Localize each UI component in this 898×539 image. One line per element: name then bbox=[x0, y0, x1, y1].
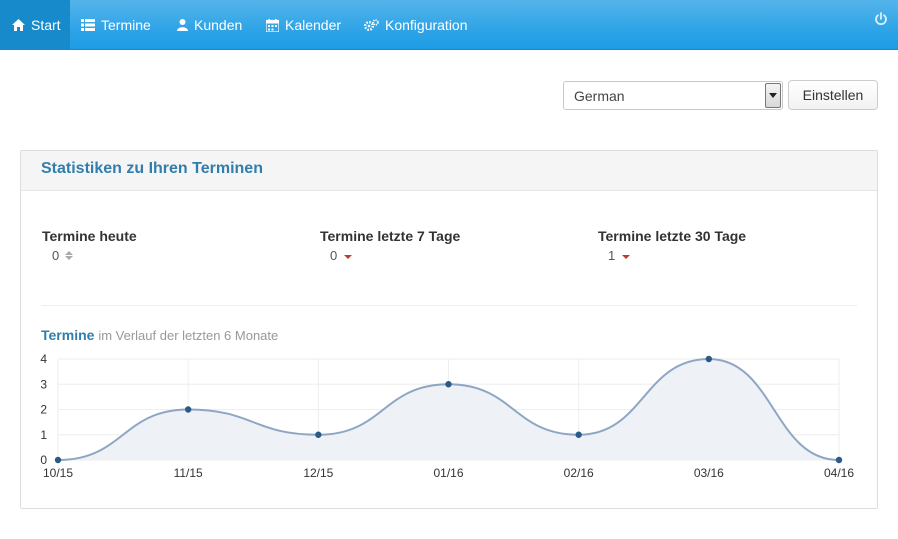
language-select[interactable]: German bbox=[563, 81, 783, 110]
user-icon bbox=[177, 19, 188, 31]
data-point bbox=[705, 355, 713, 363]
home-icon bbox=[12, 19, 25, 31]
y-tick-label: 4 bbox=[40, 352, 47, 366]
y-tick-label: 1 bbox=[40, 428, 47, 442]
chevron-down-icon[interactable] bbox=[765, 83, 781, 108]
y-tick-label: 2 bbox=[40, 403, 47, 417]
calendar-icon bbox=[266, 18, 279, 32]
data-point bbox=[315, 431, 322, 438]
nav-kalender-label: Kalender bbox=[285, 17, 342, 33]
nav-kalender[interactable]: Kalender bbox=[266, 0, 341, 50]
data-point bbox=[575, 431, 582, 438]
data-point bbox=[445, 381, 452, 388]
list-icon bbox=[81, 19, 95, 31]
x-tick-label: 02/16 bbox=[564, 466, 594, 480]
y-tick-label: 3 bbox=[40, 377, 47, 391]
x-tick-label: 03/16 bbox=[694, 466, 724, 480]
y-tick-label: 0 bbox=[40, 453, 47, 467]
einstellen-button[interactable]: Einstellen bbox=[788, 80, 878, 110]
x-tick-label: 12/15 bbox=[303, 466, 333, 480]
data-point bbox=[184, 406, 192, 413]
nav-konfiguration-label: Konfiguration bbox=[385, 17, 468, 33]
appointments-chart: 0 1 2 3 4 10/15 11/15 12/15 01/16 02/16 03/16 04/16 bbox=[40, 352, 854, 480]
nav-start-label: Start bbox=[31, 17, 61, 33]
x-tick-label: 10/15 bbox=[43, 466, 73, 480]
power-icon[interactable] bbox=[874, 12, 888, 26]
nav-start[interactable]: Start bbox=[0, 0, 70, 50]
nav-termine-label: Termine bbox=[101, 17, 151, 33]
nav-kunden-label: Kunden bbox=[194, 17, 243, 33]
language-selected-value: German bbox=[574, 87, 625, 104]
top-navbar: Start Termine Kunden Kalender Konfigurat… bbox=[0, 0, 898, 50]
nav-termine[interactable]: Termine bbox=[81, 0, 151, 50]
data-point bbox=[54, 456, 62, 464]
statistics-panel: Statistiken zu Ihren Terminen Termine he… bbox=[20, 150, 878, 509]
nav-konfiguration[interactable]: Konfiguration bbox=[364, 0, 468, 50]
data-point bbox=[835, 456, 843, 464]
x-tick-label: 04/16 bbox=[824, 466, 854, 480]
x-tick-label: 11/15 bbox=[174, 466, 203, 480]
cogs-icon bbox=[364, 18, 379, 31]
nav-kunden[interactable]: Kunden bbox=[177, 0, 242, 50]
x-tick-label: 01/16 bbox=[433, 466, 463, 480]
